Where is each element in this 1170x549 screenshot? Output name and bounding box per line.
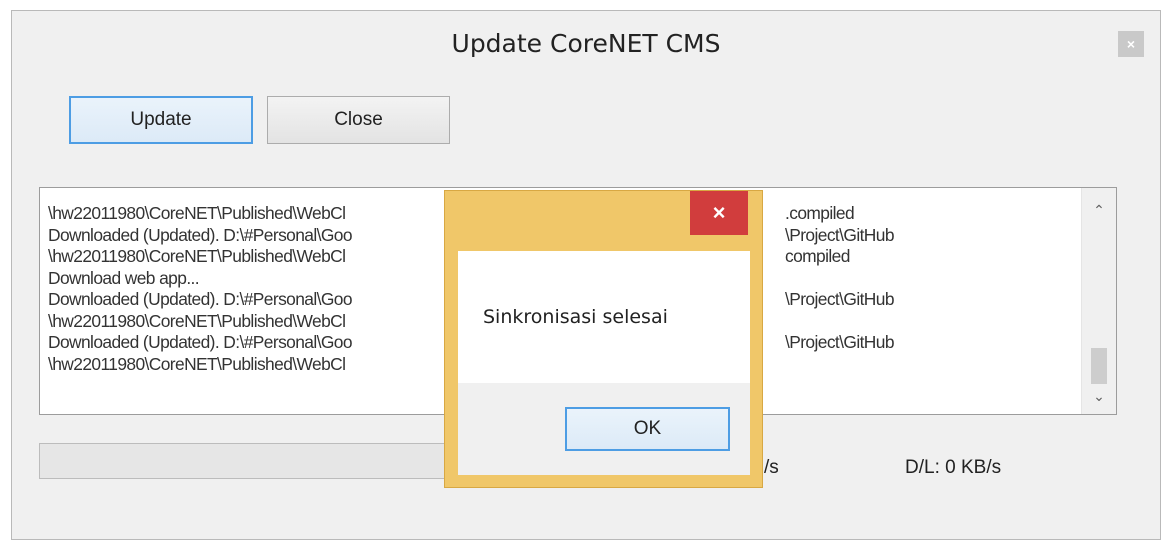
chevron-up-icon[interactable]: ⌃ <box>1082 202 1116 219</box>
log-line-text: Downloaded (Updated). D:\#Personal\Goo <box>48 224 353 245</box>
log-line-text: \hw22011980\CoreNET\Published\WebCl <box>48 203 346 223</box>
log-line-text-tail: \Project\GitHub <box>785 332 895 352</box>
log-line-text-tail: .compiled <box>785 203 855 223</box>
chevron-down-icon[interactable]: ⌄ <box>1082 388 1116 405</box>
log-line-text: \hw22011980\CoreNET\Published\WebCl <box>48 353 346 374</box>
dialog-footer: OK <box>458 383 750 475</box>
log-scrollbar[interactable]: ⌃ ⌄ <box>1081 188 1116 414</box>
dialog-message: Sinkronisasi selesai <box>483 306 668 328</box>
update-button[interactable]: Update <box>69 96 253 144</box>
window-title: Update CoreNET CMS <box>451 29 721 58</box>
download-rate-text: D/L: 0 KB/s <box>905 457 1002 478</box>
speed-text: /s <box>764 457 779 478</box>
log-line-text: \hw22011980\CoreNET\Published\WebCl <box>48 246 346 266</box>
log-line-text: \hw22011980\CoreNET\Published\WebCl <box>48 310 346 331</box>
scrollbar-thumb[interactable] <box>1091 348 1107 384</box>
ok-button[interactable]: OK <box>565 407 730 451</box>
dialog-body: Sinkronisasi selesai <box>458 251 750 383</box>
dialog-close-icon[interactable]: × <box>690 191 748 235</box>
log-line-text-tail: \Project\GitHub <box>785 289 895 309</box>
close-button[interactable]: Close <box>267 96 450 144</box>
log-line-text: Downloaded (Updated). D:\#Personal\Goo <box>48 332 353 352</box>
log-line-text: Downloaded (Updated). D:\#Personal\Goo <box>48 289 353 309</box>
message-dialog: × Sinkronisasi selesai OK <box>444 190 763 488</box>
log-line-text: Download web app... <box>48 267 200 288</box>
log-line-text-tail: compiled <box>785 246 850 266</box>
progress-bar <box>39 443 479 479</box>
log-line-text-tail: \Project\GitHub <box>785 224 895 245</box>
window-close-icon[interactable]: × <box>1118 31 1144 57</box>
